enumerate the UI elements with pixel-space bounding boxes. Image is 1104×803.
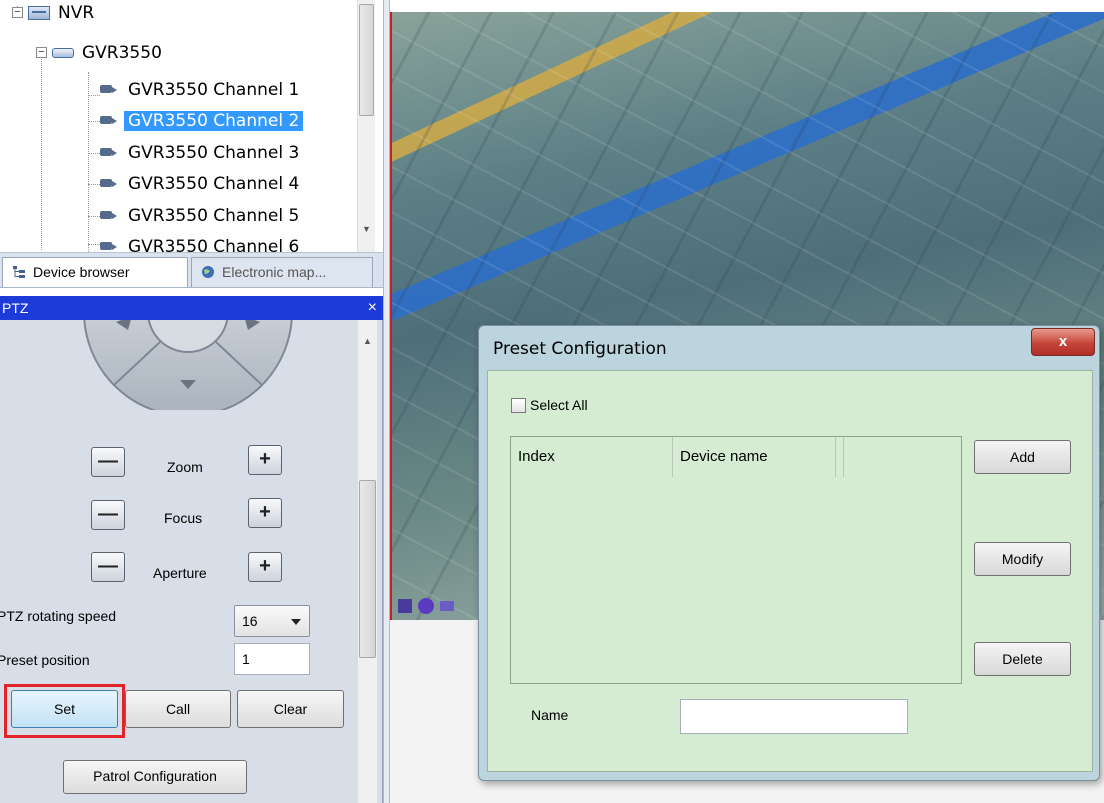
- tree-node-device[interactable]: GVR3550: [52, 40, 166, 66]
- tree-connector: [88, 244, 100, 245]
- tree-node-channel[interactable]: GVR3550 Channel 3: [100, 140, 303, 166]
- active-view-border: [390, 12, 392, 620]
- tree-node-nvr[interactable]: NVR: [28, 0, 98, 26]
- channel-label: GVR3550 Channel 4: [128, 174, 300, 194]
- dialog-title: Preset Configuration: [493, 339, 667, 359]
- camera-icon: [100, 84, 120, 96]
- channel-label: GVR3550 Channel 1: [128, 80, 300, 100]
- tree-connector: [88, 216, 100, 217]
- zoom-in-button[interactable]: +: [248, 445, 282, 475]
- patrol-configuration-button[interactable]: Patrol Configuration: [63, 760, 247, 794]
- aperture-open-button[interactable]: +: [248, 552, 282, 582]
- preset-list[interactable]: Index Device name: [510, 436, 962, 684]
- globe-icon: [202, 266, 214, 278]
- focus-out-button[interactable]: —: [91, 500, 125, 530]
- tree-node-channel[interactable]: GVR3550 Channel 5: [100, 203, 303, 229]
- tree-connector: [88, 153, 100, 154]
- tree-connector: [88, 95, 100, 96]
- tree-connector: [88, 121, 100, 122]
- aperture-close-button[interactable]: —: [91, 552, 125, 582]
- tree-node-label: GVR3550: [82, 43, 162, 63]
- tree-view-icon: [13, 266, 25, 278]
- tab-electronic-map[interactable]: Electronic map...: [191, 257, 373, 287]
- tree-scrollbar-thumb[interactable]: [359, 4, 374, 116]
- ptz-speed-label: PTZ rotating speed: [0, 608, 117, 624]
- zoom-out-button[interactable]: —: [91, 447, 125, 477]
- column-header-device-name[interactable]: Device name: [673, 437, 836, 477]
- set-button-highlight: [4, 684, 125, 738]
- scroll-up-arrow-icon[interactable]: ▲: [358, 334, 377, 348]
- device-icon: [52, 48, 74, 58]
- tab-label: Electronic map...: [222, 264, 327, 280]
- panel-splitter[interactable]: [383, 0, 390, 803]
- ptz-speed-value: 16: [242, 613, 258, 629]
- ptz-speed-select[interactable]: 16: [234, 605, 310, 637]
- record-icon[interactable]: [417, 598, 434, 615]
- focus-label: Focus: [164, 510, 203, 526]
- ptz-scrollbar[interactable]: ▲: [357, 320, 377, 803]
- camera-icon: [100, 210, 120, 222]
- tree-node-channel[interactable]: GVR3550 Channel 1: [100, 77, 303, 103]
- tree-connector: [88, 72, 89, 252]
- panel-tabs: Device browser Electronic map...: [0, 252, 383, 288]
- camera-icon: [100, 178, 120, 190]
- tree-node-channel[interactable]: GVR3550 Channel 6: [100, 234, 303, 252]
- nvr-icon: [28, 6, 50, 20]
- tree-node-label: NVR: [58, 3, 95, 23]
- stop-icon[interactable]: [398, 599, 412, 614]
- collapse-nvr-icon[interactable]: −: [12, 7, 23, 18]
- ptz-scrollbar-thumb[interactable]: [359, 480, 376, 658]
- channel-label: GVR3550 Channel 2: [124, 111, 304, 131]
- camera-icon: [100, 147, 120, 159]
- column-header-empty: [836, 437, 844, 477]
- dialog-close-button[interactable]: x: [1031, 328, 1095, 356]
- tree-connector: [88, 184, 100, 185]
- channel-label: GVR3550 Channel 3: [128, 143, 300, 163]
- clear-button[interactable]: Clear: [237, 690, 344, 728]
- aperture-label: Aperture: [153, 565, 207, 581]
- direction-pad[interactable]: [80, 320, 296, 410]
- tree-scrollbar[interactable]: ▼: [357, 0, 375, 252]
- chevron-down-icon: [291, 619, 301, 625]
- channel-label: GVR3550 Channel 6: [128, 237, 300, 252]
- tab-label: Device browser: [33, 264, 130, 280]
- add-button[interactable]: Add: [974, 440, 1071, 474]
- dialog-body: Select All Index Device name Add Modify …: [487, 370, 1093, 772]
- preset-configuration-dialog: Preset Configuration x Select All Index …: [478, 325, 1100, 781]
- scroll-down-arrow-icon[interactable]: ▼: [358, 222, 375, 236]
- name-label: Name: [531, 707, 569, 723]
- snapshot-icon[interactable]: [439, 601, 454, 612]
- tree-node-channel-selected[interactable]: GVR3550 Channel 2: [100, 108, 304, 134]
- name-input[interactable]: [680, 699, 908, 734]
- device-tree[interactable]: − NVR − GVR3550 GVR3550 Channel 1 GVR355…: [0, 0, 383, 252]
- channel-label: GVR3550 Channel 5: [128, 206, 300, 226]
- focus-in-button[interactable]: +: [248, 498, 282, 528]
- modify-button[interactable]: Modify: [974, 542, 1071, 576]
- camera-icon: [100, 115, 120, 127]
- preset-position-label: Preset position: [0, 652, 90, 668]
- select-all-label: Select All: [530, 397, 588, 413]
- collapse-device-icon[interactable]: −: [36, 47, 47, 58]
- ptz-title-bar: PTZ ×: [0, 296, 383, 320]
- column-header-index[interactable]: Index: [511, 437, 673, 477]
- camera-icon: [100, 241, 120, 252]
- close-icon[interactable]: ×: [368, 296, 377, 320]
- zoom-label: Zoom: [167, 459, 203, 475]
- delete-button[interactable]: Delete: [974, 642, 1071, 676]
- call-button[interactable]: Call: [125, 690, 231, 728]
- tree-node-channel[interactable]: GVR3550 Channel 4: [100, 171, 303, 197]
- tree-connector: [41, 50, 42, 250]
- tab-device-browser[interactable]: Device browser: [2, 257, 188, 287]
- select-all-checkbox[interactable]: [511, 398, 526, 413]
- video-toolbar: [398, 597, 456, 617]
- preset-position-input[interactable]: 1: [234, 643, 310, 675]
- ptz-title: PTZ: [2, 300, 29, 316]
